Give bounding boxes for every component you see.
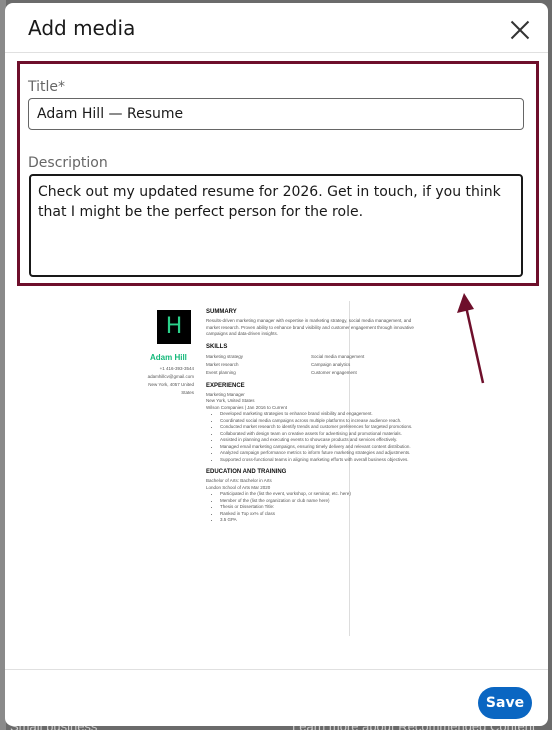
resume-country: States bbox=[181, 390, 194, 395]
resume-experience-bullets: Developed marketing strategies to enhanc… bbox=[206, 411, 416, 463]
resume-document: H Adam Hill +1 416-393-3544 adamhillcv@g… bbox=[100, 301, 414, 636]
resume-skill: Event planning bbox=[206, 369, 236, 375]
resume-bullet: Analyzed campaign performance metrics to… bbox=[220, 450, 416, 457]
resume-skill: Market research bbox=[206, 361, 239, 367]
resume-education-section: EDUCATION AND TRAINING Bachelor of Arts:… bbox=[206, 469, 416, 524]
resume-email: adamhillcv@gmail.com bbox=[147, 374, 194, 379]
resume-phone: +1 416-393-3544 bbox=[159, 366, 194, 371]
media-preview: H Adam Hill +1 416-393-3544 adamhillcv@g… bbox=[100, 301, 414, 636]
resume-bullet: Assisted in planning and executing event… bbox=[220, 437, 416, 444]
modal-title: Add media bbox=[28, 16, 136, 40]
resume-skill: Social media management bbox=[311, 353, 365, 359]
resume-contact: +1 416-393-3544 adamhillcv@gmail.com New… bbox=[136, 365, 194, 397]
resume-bullet: Supported cross-functional teams in alig… bbox=[220, 457, 416, 464]
save-button[interactable]: Save bbox=[478, 687, 532, 719]
title-label: Title* bbox=[28, 79, 66, 95]
resume-skill: Customer engagement bbox=[311, 369, 357, 375]
resume-bullet: Conducted market research to identify tr… bbox=[220, 424, 416, 431]
resume-summary-section: SUMMARY Results-driven marketing manager… bbox=[206, 309, 416, 338]
resume-address: New York, 4057 United bbox=[148, 382, 194, 387]
add-media-modal: Add media Title* Adam Hill — Resume Desc… bbox=[5, 3, 548, 726]
resume-skills-heading: SKILLS bbox=[206, 343, 228, 350]
resume-education-bullets: Participated in the (list the event, wor… bbox=[206, 491, 416, 524]
resume-experience-section: EXPERIENCE Marketing Manager New York, U… bbox=[206, 383, 416, 464]
resume-summary-heading: SUMMARY bbox=[206, 309, 237, 315]
description-textarea[interactable]: Check out my updated resume for 2026. Ge… bbox=[29, 174, 523, 277]
resume-education-heading: EDUCATION AND TRAINING bbox=[206, 469, 287, 475]
annotation-arrow-icon bbox=[457, 293, 485, 384]
resume-experience-heading: EXPERIENCE bbox=[206, 382, 245, 389]
resume-skill: Campaign analytics bbox=[311, 361, 351, 367]
resume-skill: Marketing strategy bbox=[206, 353, 244, 359]
resume-bullet: 3.5 GPA bbox=[220, 517, 416, 524]
close-icon[interactable] bbox=[510, 20, 530, 40]
resume-skills-section: SKILLS Marketing strategy Social media m… bbox=[206, 344, 416, 377]
resume-skills-list: Marketing strategy Social media manageme… bbox=[206, 353, 416, 377]
title-input[interactable]: Adam Hill — Resume bbox=[28, 98, 524, 130]
resume-avatar: H bbox=[157, 310, 191, 344]
description-label: Description bbox=[28, 155, 108, 171]
resume-main-column: SUMMARY Results-driven marketing manager… bbox=[206, 309, 416, 530]
modal-footer: Save bbox=[5, 669, 548, 726]
modal-header: Add media bbox=[5, 3, 548, 53]
resume-name: Adam Hill bbox=[150, 353, 187, 362]
resume-summary-text: Results-driven marketing manager with ex… bbox=[206, 318, 414, 336]
